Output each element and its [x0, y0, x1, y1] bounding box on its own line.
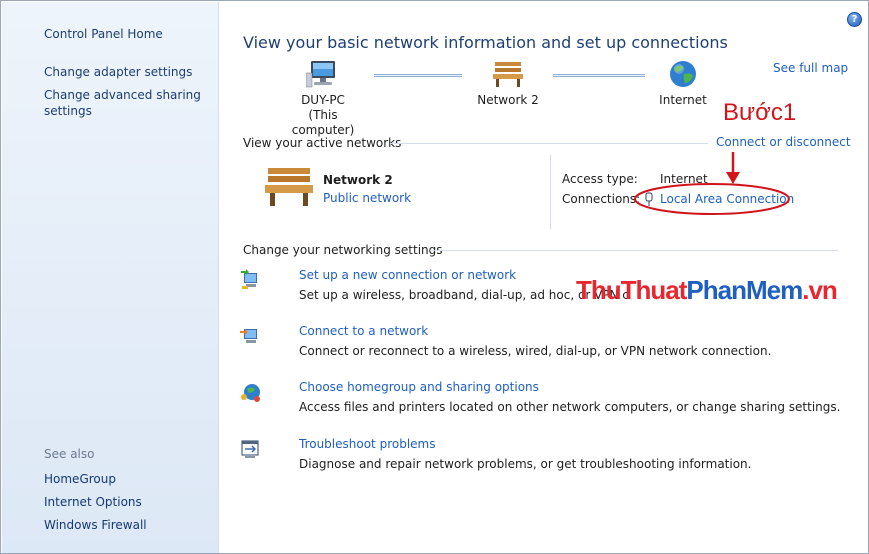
network-map-name: Network 2 — [477, 93, 539, 107]
divider — [390, 143, 708, 144]
connect-to-network-desc: Connect or reconnect to a wireless, wire… — [299, 344, 772, 358]
sidebar-item-internet-options[interactable]: Internet Options — [44, 494, 142, 510]
annotation-highlight — [634, 152, 790, 215]
watermark: ThuThuatPhanMem.vn — [576, 275, 838, 306]
sidebar-item-change-adapter-settings[interactable]: Change adapter settings — [44, 64, 192, 80]
connect-to-network-link[interactable]: Connect to a network — [299, 324, 428, 338]
divider — [430, 250, 838, 251]
help-icon[interactable]: ? — [847, 12, 862, 27]
computer-subtitle: (This computer) — [291, 108, 355, 137]
troubleshoot-problems-desc: Diagnose and repair network problems, or… — [299, 457, 752, 471]
active-networks-header: View your active networks — [243, 136, 402, 150]
homegroup-icon — [241, 384, 260, 402]
map-connector-line — [374, 74, 462, 77]
sidebar-item-homegroup[interactable]: HomeGroup — [44, 471, 116, 487]
public-network-link[interactable]: Public network — [323, 191, 411, 205]
homegroup-sharing-link[interactable]: Choose homegroup and sharing options — [299, 380, 539, 394]
bench-icon — [493, 62, 523, 87]
map-node-internet: Internet — [645, 59, 721, 108]
bench-icon — [265, 168, 313, 206]
connections-label: Connections: — [562, 192, 641, 206]
computer-name: DUY-PC — [301, 93, 345, 107]
sidebar-item-windows-firewall[interactable]: Windows Firewall — [44, 517, 147, 533]
map-connector-line — [553, 74, 645, 77]
active-network-name: Network 2 — [323, 173, 393, 187]
set-up-new-connection-link[interactable]: Set up a new connection or network — [299, 268, 516, 282]
access-type-label: Access type: — [562, 172, 638, 186]
task-homegroup: Choose homegroup and sharing options Acc… — [239, 380, 859, 420]
watermark-part-3: .vn — [802, 275, 838, 305]
see-also-label: See also — [44, 447, 95, 461]
sidebar-item-control-panel-home[interactable]: Control Panel Home — [44, 26, 163, 42]
new-connection-icon — [241, 269, 257, 289]
connect-or-disconnect-link[interactable]: Connect or disconnect — [716, 135, 851, 149]
troubleshoot-icon — [241, 440, 259, 458]
internet-label: Internet — [659, 93, 707, 107]
globe-icon — [670, 61, 696, 87]
divider — [550, 155, 551, 229]
step-annotation-label: Bước1 — [723, 99, 797, 126]
page-title: View your basic network information and … — [243, 33, 728, 52]
troubleshoot-problems-link[interactable]: Troubleshoot problems — [299, 437, 435, 451]
task-troubleshoot: Troubleshoot problems Diagnose and repai… — [239, 437, 859, 477]
task-connect-network: Connect to a network Connect or reconnec… — [239, 324, 859, 364]
watermark-part-1: ThuThuat — [576, 275, 687, 305]
map-node-computer: DUY-PC (This computer) — [278, 59, 368, 138]
map-node-network: Network 2 — [468, 59, 548, 108]
sidebar-item-change-advanced-sharing[interactable]: Change advanced sharing settings — [44, 87, 204, 119]
connect-network-icon — [240, 329, 257, 343]
control-panel-window: Control Panel Home Change adapter settin… — [0, 0, 869, 554]
sidebar: Control Panel Home Change adapter settin… — [2, 2, 219, 553]
homegroup-sharing-desc: Access files and printers located on oth… — [299, 400, 841, 414]
see-full-map-link[interactable]: See full map — [773, 61, 848, 75]
networking-settings-header: Change your networking settings — [243, 243, 443, 257]
computer-icon — [306, 61, 335, 88]
watermark-part-2: PhanMem — [686, 275, 803, 305]
